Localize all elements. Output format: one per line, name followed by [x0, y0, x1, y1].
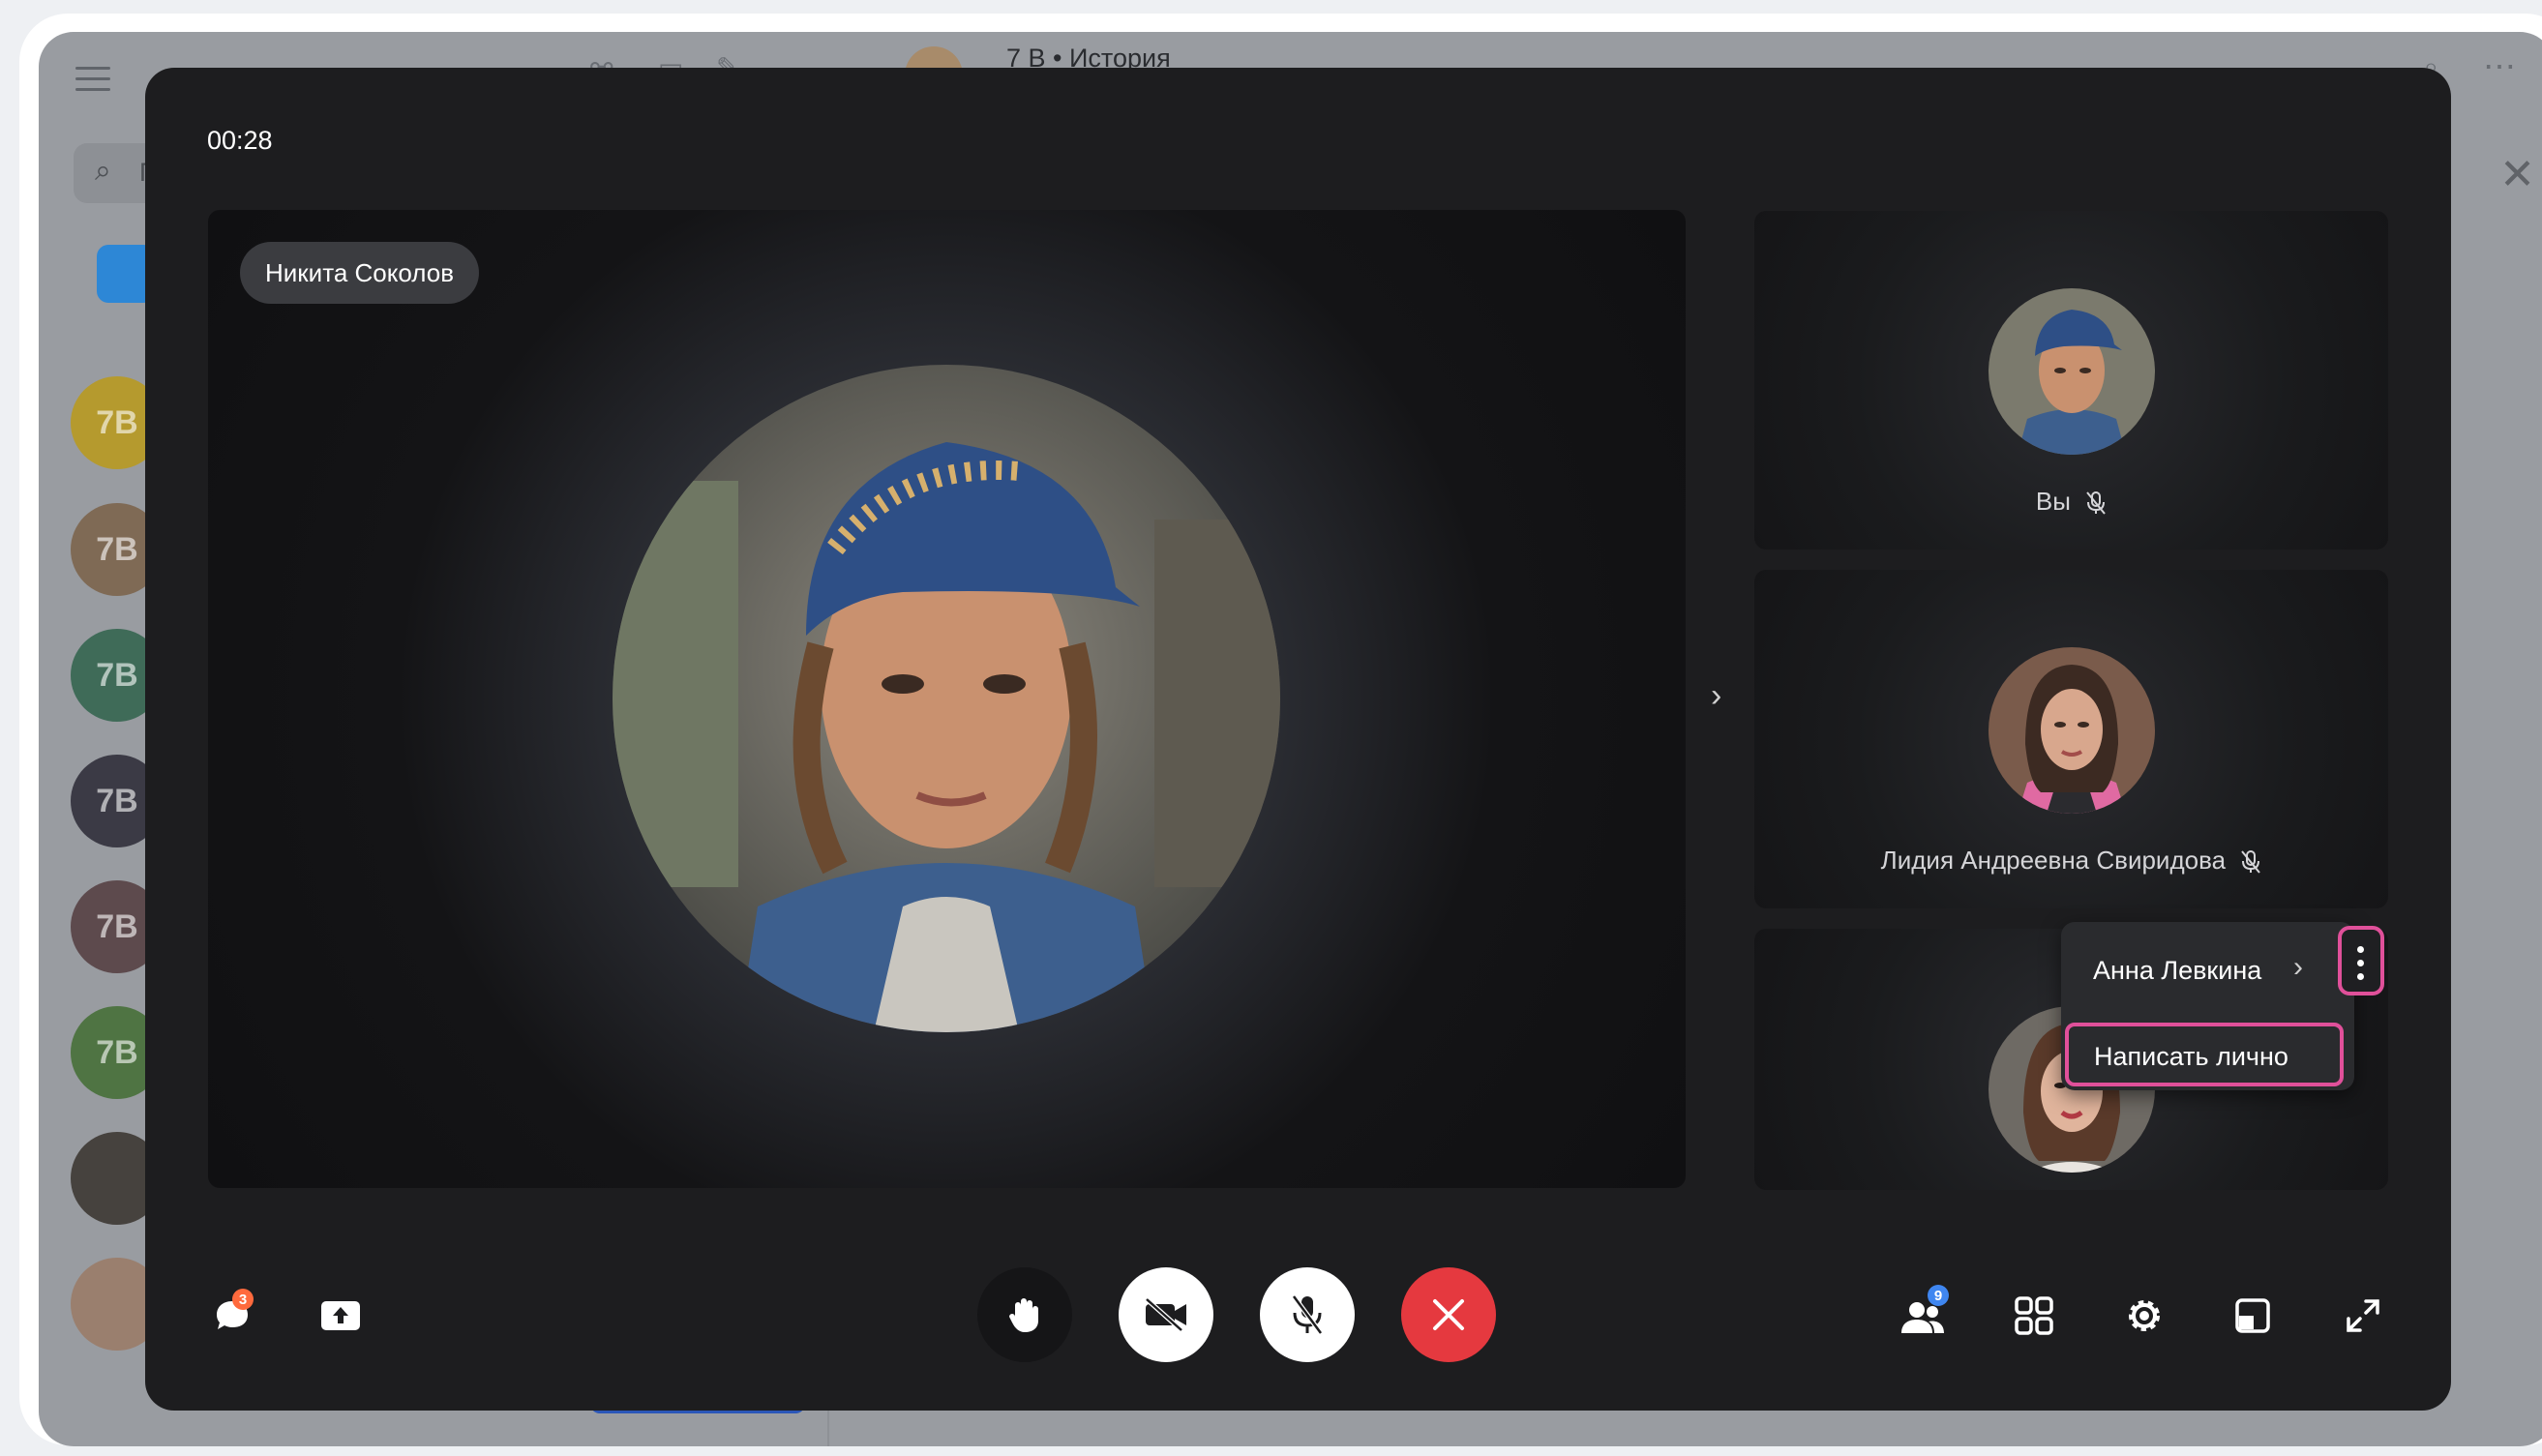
settings-button[interactable]	[2123, 1294, 2166, 1337]
menu-icon[interactable]	[75, 67, 110, 92]
participant-name: Вы	[1754, 487, 2388, 517]
close-icon[interactable]: ✕	[2499, 150, 2535, 199]
main-speaker-tile[interactable]: Никита Соколов	[208, 210, 1686, 1188]
call-controls-bar: 3 9	[145, 1219, 2451, 1411]
search-icon: ⌕	[95, 155, 111, 187]
menu-participant-name[interactable]: Анна Левкина	[2093, 956, 2261, 986]
picture-in-picture-button[interactable]	[2233, 1296, 2272, 1335]
grid-layout-button[interactable]	[2013, 1294, 2055, 1337]
participant-name: Лидия Андреевна Свиридова	[1754, 846, 2388, 876]
fullscreen-button[interactable]	[2344, 1296, 2382, 1335]
mic-off-icon	[2086, 491, 2106, 515]
camera-off-icon	[1145, 1297, 1186, 1332]
mic-off-icon	[2241, 850, 2261, 874]
share-screen-button[interactable]	[319, 1296, 362, 1335]
chat-button[interactable]: 3	[209, 1289, 255, 1339]
mic-off-icon	[1291, 1294, 1324, 1335]
chevron-right-icon[interactable]: ›	[2293, 951, 2303, 984]
end-call-button[interactable]	[1401, 1267, 1496, 1362]
chevron-right-icon[interactable]: ›	[1711, 677, 1721, 715]
close-icon	[1433, 1299, 1464, 1330]
unread-badge: 3	[232, 1289, 254, 1310]
speaker-name-badge: Никита Соколов	[240, 242, 480, 304]
share-screen-icon	[321, 1301, 360, 1330]
speaker-avatar	[613, 365, 1280, 1032]
hand-icon	[1009, 1298, 1038, 1332]
gear-icon	[2129, 1300, 2160, 1331]
microphone-toggle-button[interactable]	[1260, 1267, 1355, 1362]
participants-count-badge: 9	[1928, 1285, 1949, 1306]
raise-hand-button[interactable]	[977, 1267, 1072, 1362]
pip-icon	[2235, 1298, 2270, 1333]
video-call-window: 00:28 Никита Соколов › Вы Лидия Андреевн…	[145, 68, 2451, 1411]
camera-toggle-button[interactable]	[1119, 1267, 1213, 1362]
participant-tile[interactable]: Вы	[1754, 211, 2388, 550]
write-privately-menu-item[interactable]: Написать лично	[2065, 1023, 2344, 1086]
menu-item-label: Написать лично	[2094, 1042, 2288, 1071]
grid-icon	[2015, 1296, 2053, 1335]
participant-context-menu: Анна Левкина › Написать лично	[2061, 922, 2354, 1090]
participants-button[interactable]: 9	[1899, 1285, 1949, 1339]
expand-icon	[2347, 1299, 2379, 1332]
call-timer: 00:28	[207, 126, 273, 155]
participant-tile[interactable]: Лидия Андреевна Свиридова	[1754, 570, 2388, 908]
more-options-button[interactable]	[2338, 926, 2384, 995]
participant-avatar	[1989, 288, 2155, 455]
more-icon[interactable]: ⋯	[2483, 47, 2516, 86]
participant-avatar	[1989, 647, 2155, 814]
